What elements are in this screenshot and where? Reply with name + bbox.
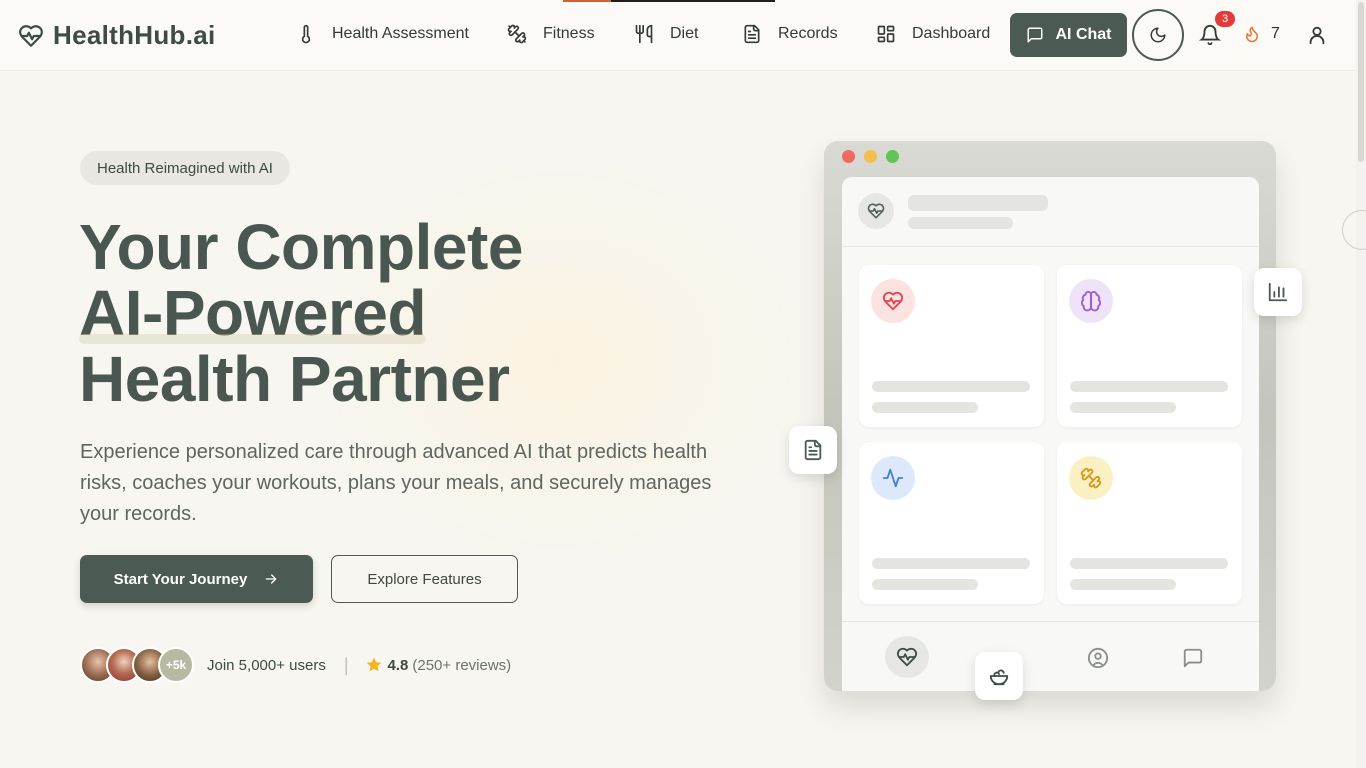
user-circle-icon [1087, 647, 1109, 669]
mockup-avatar [858, 193, 894, 229]
skeleton-line [872, 558, 1030, 569]
document-icon [804, 439, 822, 461]
explore-features-button[interactable]: Explore Features [331, 555, 518, 603]
utensils-icon [635, 24, 653, 44]
skeleton-line [1070, 402, 1176, 413]
document-icon [744, 24, 760, 44]
bell-icon[interactable] [1199, 24, 1221, 46]
skeleton-line [908, 195, 1048, 211]
floating-document-card [789, 426, 837, 474]
nav-item-health-assessment[interactable]: Health Assessment [296, 24, 469, 44]
skeleton-line [872, 381, 1030, 392]
nav-item-dashboard[interactable]: Dashboard [876, 24, 990, 44]
dumbbell-icon [1080, 467, 1102, 489]
nav-label: Fitness [543, 25, 595, 42]
thermometer-icon [301, 24, 311, 44]
heart-pulse-icon [882, 291, 904, 311]
bottom-tab-profile [1076, 638, 1120, 678]
divider: | [343, 654, 349, 675]
headline-line-2: AI-Powered [79, 277, 427, 349]
nav-item-fitness[interactable]: Fitness [507, 24, 595, 44]
heart-pulse-icon [867, 203, 885, 219]
nav-label: Health Assessment [332, 25, 469, 42]
hero-description: Experience personalized care through adv… [80, 441, 712, 525]
star-icon [366, 657, 381, 672]
nav-label: Dashboard [912, 25, 991, 42]
user-icon[interactable] [1306, 24, 1328, 46]
mockup-card-activity [859, 442, 1044, 604]
mockup-card-brain [1057, 265, 1242, 427]
salad-icon [989, 669, 1009, 686]
window-close-dot [842, 150, 855, 163]
notification-badge: 3 [1215, 11, 1235, 27]
card-icon-bg [871, 279, 915, 323]
skeleton-line [872, 579, 978, 590]
activity-icon [882, 468, 904, 488]
heart-pulse-icon [19, 24, 43, 47]
start-journey-label: Start Your Journey [113, 570, 248, 588]
dumbbell-icon [507, 24, 527, 44]
card-icon-bg [1069, 279, 1113, 323]
top-nav: HealthHub.ai Health Assessment Fitness D… [0, 0, 1366, 71]
mockup-card-fitness [1057, 442, 1242, 604]
brain-icon [1080, 291, 1102, 312]
skeleton-line [1070, 558, 1228, 569]
floating-chart-card [1254, 268, 1302, 316]
reviews-count: (250+ reviews) [412, 656, 512, 674]
app-mockup-window [824, 141, 1276, 691]
skeleton-line [1070, 381, 1228, 392]
floating-salad-card [975, 652, 1023, 700]
hero-headline: Your Complete AI-Powered Health Partner [79, 214, 523, 412]
skeleton-line [908, 217, 1013, 229]
edge-circle-decoration [1342, 210, 1366, 250]
page-scrollbar[interactable] [1356, 0, 1366, 768]
start-journey-button[interactable]: Start Your Journey [80, 555, 313, 603]
ai-chat-label: AI Chat [1055, 26, 1112, 43]
headline-line-3: Health Partner [79, 343, 510, 415]
logo-text: HealthHub.ai [53, 20, 216, 50]
mockup-bottom-bar [842, 621, 1259, 691]
nav-item-diet[interactable]: Diet [634, 24, 698, 44]
streak-count: 7 [1271, 25, 1280, 42]
grid-icon [877, 25, 895, 43]
rating-value: 4.8 [387, 656, 409, 674]
bottom-tab-chat [1171, 638, 1215, 678]
theme-toggle-button[interactable] [1132, 9, 1184, 61]
logo[interactable]: HealthHub.ai [18, 20, 216, 51]
mockup-screen [842, 177, 1259, 691]
mockup-header [842, 177, 1259, 247]
avatar-more: +5k [158, 647, 194, 683]
window-minimize-dot [864, 150, 877, 163]
ai-chat-button[interactable]: AI Chat [1010, 13, 1127, 57]
nav-label: Diet [670, 25, 699, 42]
nav-item-records[interactable]: Records [742, 24, 838, 44]
hero-badge: Health Reimagined with AI [80, 151, 290, 185]
card-icon-bg [871, 456, 915, 500]
headline-line-1: Your Complete [79, 211, 523, 283]
bar-chart-icon [1268, 282, 1288, 302]
nav-progress-indicator [563, 0, 775, 2]
skeleton-line [872, 402, 978, 413]
nav-label: Records [778, 25, 838, 42]
moon-icon [1150, 27, 1166, 43]
scrollbar-thumb[interactable] [1358, 2, 1364, 162]
heart-pulse-icon [896, 647, 918, 667]
arrow-right-icon [265, 574, 277, 584]
social-proof: +5k Join 5,000+ users | 4.8 (250+ review… [80, 647, 511, 683]
window-maximize-dot [886, 150, 899, 163]
bottom-tab-health [885, 636, 929, 678]
skeleton-line [1070, 579, 1176, 590]
join-users-text: Join 5,000+ users [207, 656, 326, 674]
flame-icon [1246, 26, 1258, 43]
mockup-card-heart [859, 265, 1044, 427]
card-icon-bg [1069, 456, 1113, 500]
chat-icon [1027, 27, 1042, 43]
chat-icon [1183, 648, 1203, 668]
streak-counter[interactable]: 7 [1243, 25, 1280, 43]
